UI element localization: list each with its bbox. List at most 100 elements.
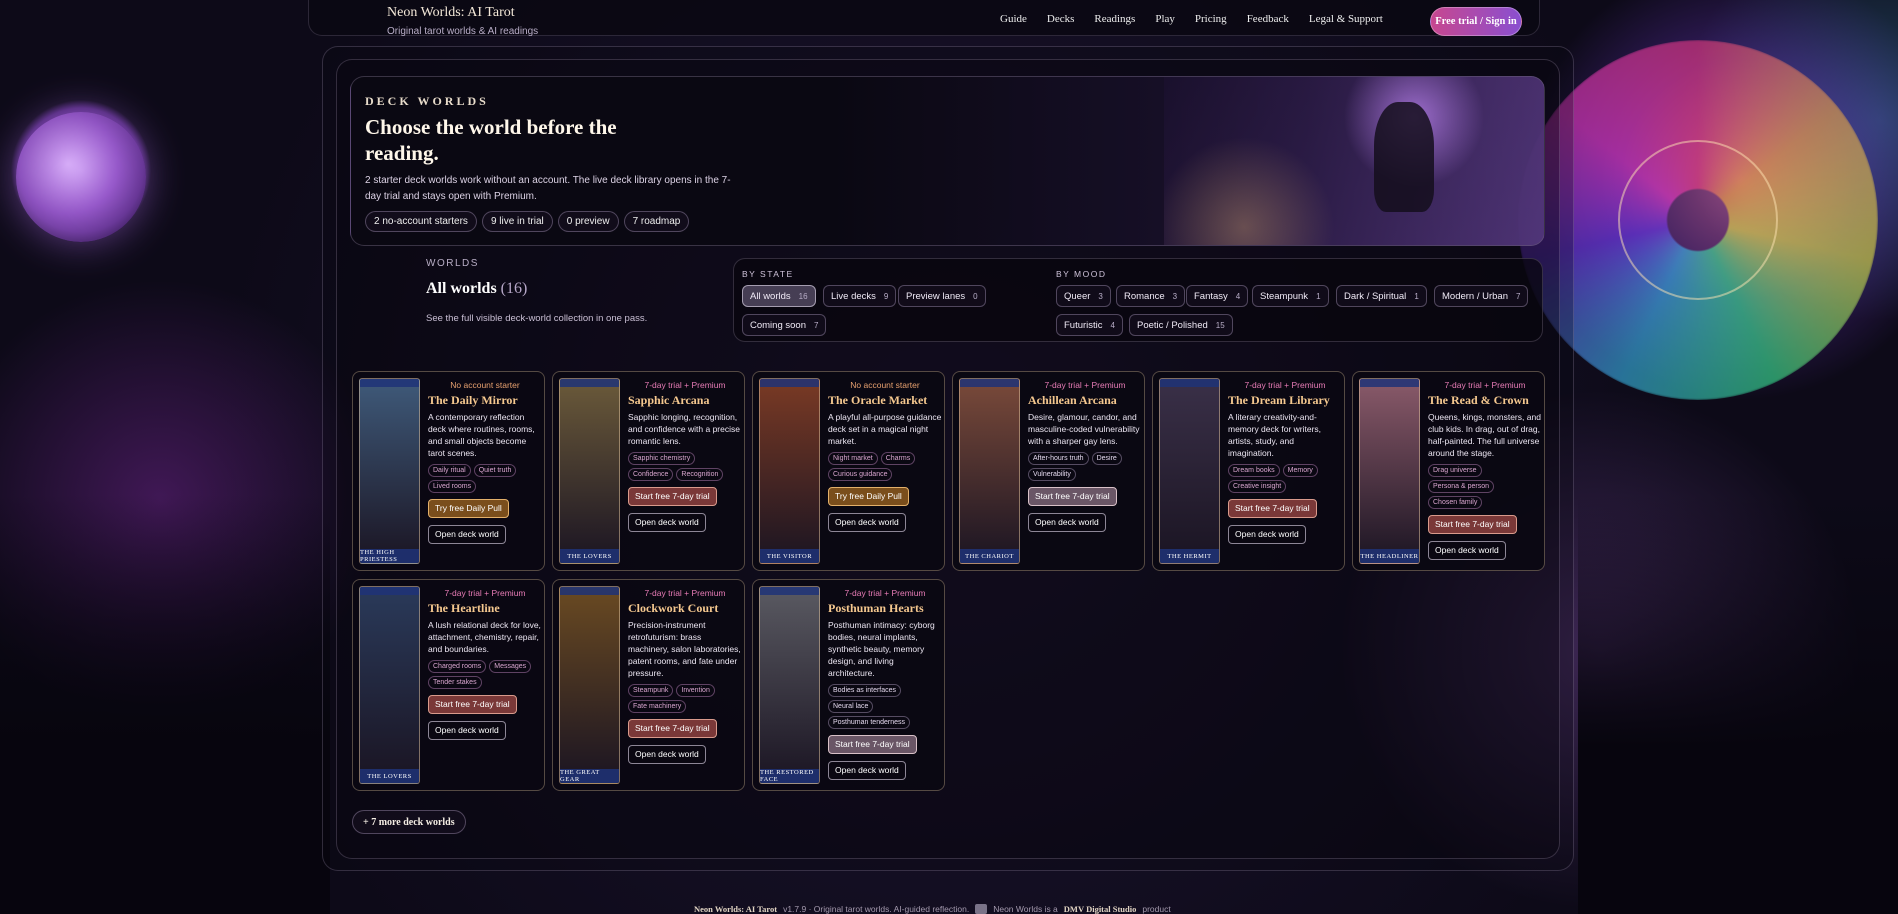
brand-subtitle: Original tarot worlds & AI readings <box>387 26 539 37</box>
worlds-label: WORLDS <box>426 258 479 269</box>
chip-label: Queer <box>1064 290 1091 302</box>
card-art-caption: THE GREAT GEAR <box>560 769 619 783</box>
chip-count: 0 <box>973 291 978 301</box>
stat-pill: 2 no-account starters <box>365 211 477 232</box>
chip-label: Coming soon <box>750 319 806 331</box>
deck-card-art: THE HERMIT <box>1159 378 1220 564</box>
chip-label: Futuristic <box>1064 319 1103 331</box>
deck-tags: After-hours truth Desire Vulnerability <box>1028 452 1142 481</box>
worlds-title: All worlds (16) <box>426 280 726 298</box>
brand[interactable]: Neon Worlds: AI Tarot Original tarot wor… <box>387 5 538 37</box>
main-nav: Guide Decks Readings Play Pricing Feedba… <box>1000 13 1383 25</box>
nav-legal-support[interactable]: Legal & Support <box>1309 13 1383 25</box>
deck-tag: Bodies as interfaces <box>828 684 902 697</box>
try-free-daily-pull-button[interactable]: Try free Daily Pull <box>828 487 909 506</box>
deck-tag: Steampunk <box>628 684 674 697</box>
deck-name: The Daily Mirror <box>428 393 518 407</box>
chip-count: 4 <box>1235 291 1241 301</box>
rose-window-center <box>1618 140 1778 300</box>
start-trial-button[interactable]: Start free 7-day trial <box>1228 499 1317 518</box>
nav-guide[interactable]: Guide <box>1000 13 1027 25</box>
deck-card: THE CHARIOT 7-day trial + Premium Achill… <box>952 371 1145 571</box>
deck-tag: Dream books <box>1228 464 1280 477</box>
deck-card-art: THE GREAT GEAR <box>559 586 620 784</box>
filter-poetic-polished[interactable]: Poetic / Polished 15 <box>1129 314 1233 336</box>
deck-tier: 7-day trial + Premium <box>1444 380 1526 390</box>
deck-tag: Daily ritual <box>428 464 471 477</box>
chip-count: 16 <box>798 291 808 301</box>
footer: Neon Worlds: AI Tarot v1.7.9 · Original … <box>694 904 1171 914</box>
deck-name: The Dream Library <box>1228 393 1330 407</box>
card-art-caption: THE HIGH PRIESTESS <box>360 549 419 563</box>
free-trial-sign-in-button[interactable]: Free trial / Sign in <box>1430 7 1522 36</box>
open-deck-world-button[interactable]: Open deck world <box>828 761 906 780</box>
filter-fantasy[interactable]: Fantasy 4 <box>1186 285 1249 307</box>
more-deck-worlds-button[interactable]: + 7 more deck worlds <box>352 810 466 834</box>
filter-steampunk[interactable]: Steampunk 1 <box>1252 285 1329 307</box>
deck-tag: Lived rooms <box>428 480 477 493</box>
open-deck-world-button[interactable]: Open deck world <box>1028 513 1106 532</box>
start-trial-button[interactable]: Start free 7-day trial <box>628 487 717 506</box>
nav-readings[interactable]: Readings <box>1094 13 1135 25</box>
try-free-daily-pull-button[interactable]: Try free Daily Pull <box>428 499 509 518</box>
filter-all-worlds[interactable]: All worlds 16 <box>742 285 816 307</box>
chip-count: 15 <box>1215 320 1225 330</box>
open-deck-world-button[interactable]: Open deck world <box>428 525 506 544</box>
open-deck-world-button[interactable]: Open deck world <box>1228 525 1306 544</box>
filter-live-decks[interactable]: Live decks 9 <box>823 285 897 307</box>
open-deck-world-button[interactable]: Open deck world <box>628 745 706 764</box>
hero-title: Choose the world before the reading. <box>365 115 617 165</box>
deck-description: A literary creativity-and-memory deck fo… <box>1228 412 1322 458</box>
deck-card: THE RESTORED FACE 7-day trial + Premium … <box>752 579 945 791</box>
nav-play[interactable]: Play <box>1155 13 1175 25</box>
chip-count: 7 <box>813 320 819 330</box>
nav-feedback[interactable]: Feedback <box>1247 13 1289 25</box>
start-trial-button[interactable]: Start free 7-day trial <box>1428 515 1517 534</box>
footer-company-suffix: product <box>1142 904 1171 914</box>
footer-company-link[interactable]: DMV Digital Studio <box>1064 904 1137 914</box>
deck-tier: 7-day trial + Premium <box>444 588 526 598</box>
chip-label: Steampunk <box>1260 290 1309 302</box>
nav-pricing[interactable]: Pricing <box>1195 13 1227 25</box>
filters-panel: BY STATE BY MOOD All worlds 16 Live decks… <box>733 258 1543 342</box>
open-deck-world-button[interactable]: Open deck world <box>628 513 706 532</box>
filter-coming-soon[interactable]: Coming soon 7 <box>742 314 827 336</box>
deck-name: Achillean Arcana <box>1028 393 1117 407</box>
deck-card: THE VISITOR No account starter The Oracl… <box>752 371 945 571</box>
filter-modern-urban[interactable]: Modern / Urban 7 <box>1434 285 1529 307</box>
deck-card: THE GREAT GEAR 7-day trial + Premium Clo… <box>552 579 745 791</box>
card-art-header <box>560 379 619 387</box>
deck-tag: Creative insight <box>1228 480 1287 493</box>
deck-card-art: THE HEADLINER <box>1359 378 1420 564</box>
deck-tags: Charged rooms Messages Tender stakes <box>428 660 542 689</box>
deck-tag: Tender stakes <box>428 676 482 689</box>
deck-card-art: THE LOVERS <box>359 586 420 784</box>
filter-preview-lanes[interactable]: Preview lanes 0 <box>898 285 986 307</box>
start-trial-button[interactable]: Start free 7-day trial <box>828 735 917 754</box>
deck-tag: Neural lace <box>828 700 874 713</box>
deck-description: Queens, kings, monsters, and club kids. … <box>1428 412 1541 458</box>
filter-romance[interactable]: Romance 3 <box>1116 285 1186 307</box>
card-art-caption: THE LOVERS <box>360 769 419 783</box>
filter-futuristic[interactable]: Futuristic 4 <box>1056 314 1123 336</box>
deck-tag: Desire <box>1091 452 1122 465</box>
deck-card-body: No account starter The Oracle Market A p… <box>828 380 942 532</box>
nav-decks[interactable]: Decks <box>1047 13 1075 25</box>
deck-card: THE HERMIT 7-day trial + Premium The Dre… <box>1152 371 1345 571</box>
start-trial-button[interactable]: Start free 7-day trial <box>628 719 717 738</box>
open-deck-world-button[interactable]: Open deck world <box>428 721 506 740</box>
fairy-silhouette <box>1374 102 1434 212</box>
hero-stats: 2 no-account starters 9 live in trial 0 … <box>365 211 690 232</box>
open-deck-world-button[interactable]: Open deck world <box>1428 541 1506 560</box>
stat-pill: 7 roadmap <box>623 211 690 232</box>
filter-dark-spiritual[interactable]: Dark / Spiritual 1 <box>1336 285 1427 307</box>
start-trial-button[interactable]: Start free 7-day trial <box>428 695 517 714</box>
deck-tag: Drag universe <box>1428 464 1482 477</box>
deck-description: Posthuman intimacy: cyborg bodies, neura… <box>828 620 935 678</box>
deck-card-body: 7-day trial + Premium The Heartline A lu… <box>428 588 542 740</box>
filter-queer[interactable]: Queer 3 <box>1056 285 1111 307</box>
deck-name: Posthuman Hearts <box>828 601 924 615</box>
deck-tag: Posthuman tenderness <box>828 716 910 729</box>
start-trial-button[interactable]: Start free 7-day trial <box>1028 487 1117 506</box>
open-deck-world-button[interactable]: Open deck world <box>828 513 906 532</box>
